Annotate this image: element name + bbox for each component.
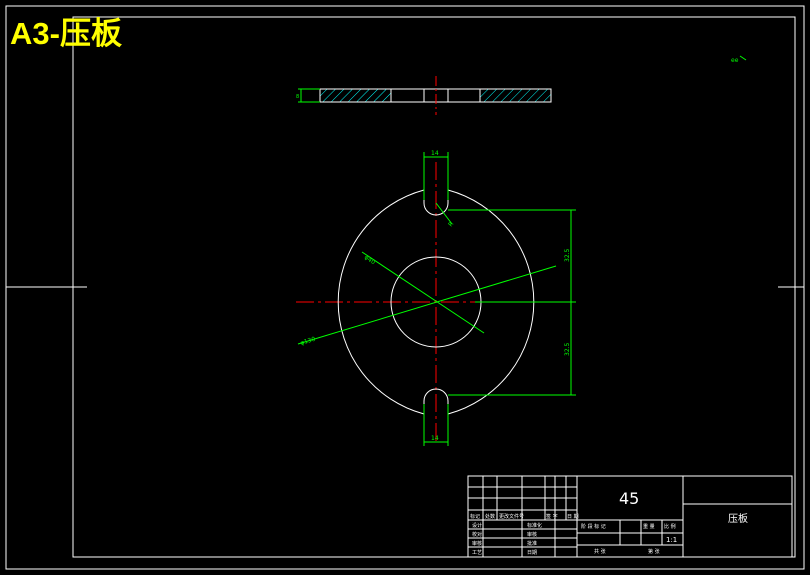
stage-header: 重 量 (643, 523, 655, 530)
sign-label: 设计 (472, 522, 482, 529)
sheet-total: 共 张 (594, 548, 606, 555)
sign-col: 日期 (527, 550, 537, 556)
outer-border (5, 5, 805, 570)
section-view: 8 (296, 76, 552, 115)
hole-dia-label: φ40 (363, 254, 377, 266)
sign-col: 审核 (527, 531, 537, 538)
rev-header: 处数 (485, 513, 495, 520)
sign-label: 审核 (472, 540, 482, 547)
slot-radius-label: R (447, 221, 455, 229)
top-note-mark (739, 55, 747, 61)
hole-dia-leader (361, 251, 485, 334)
outer-dia-label: φ130 (300, 336, 317, 347)
sign-label: 校对 (472, 531, 482, 538)
sign-label: 工艺 (472, 550, 482, 556)
sign-col: 批准 (527, 540, 537, 547)
section-hatch-left (320, 89, 391, 102)
section-hatch-right (480, 89, 551, 102)
rev-header: 签 字 (546, 513, 558, 520)
top-note: ee (731, 57, 739, 64)
cad-drawing: ee 8 14 14 R φ40 φ130 32.5 32.5 标记 处数 更改… (5, 5, 805, 570)
stage-header: 阶 段 标 记 (581, 523, 606, 530)
slot-width-bottom-label: 14 (431, 435, 439, 442)
rev-header: 日 期 (567, 514, 579, 520)
outer-dia-leader (297, 265, 557, 345)
title-block-text: 标记 处数 更改文件号 签 字 日 期 设计 标准化 校对 审核 审核 批准 工… (470, 513, 676, 556)
offset-bottom-label: 32.5 (564, 342, 571, 356)
part-name-label: 压板 (728, 512, 748, 525)
thickness-label: 8 (296, 94, 299, 100)
sheet-number: 第 张 (648, 548, 660, 555)
scale-label: 1:1 (666, 536, 677, 544)
plan-view: 14 14 R φ40 φ130 32.5 32.5 (296, 150, 576, 446)
drawing-stamp: A3-压板 (10, 16, 122, 51)
sign-col: 标准化 (527, 522, 542, 529)
rev-header: 更改文件号 (499, 513, 524, 520)
slot-width-top-label: 14 (431, 150, 439, 157)
material-label: 45 (619, 489, 639, 508)
offset-top-label: 32.5 (564, 248, 571, 262)
stage-header: 比 例 (664, 523, 676, 530)
rev-header: 标记 (470, 513, 480, 520)
